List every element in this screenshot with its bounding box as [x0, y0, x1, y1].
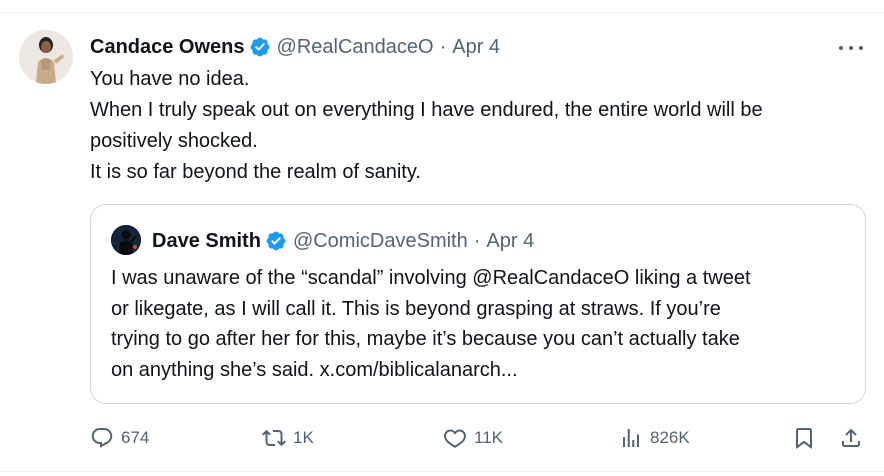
author-avatar[interactable]: [19, 30, 73, 84]
quoted-tweet-line: trying to go after her for this, maybe i…: [111, 328, 740, 350]
verified-badge-icon: [265, 230, 287, 252]
tweet-line: You have no idea.: [90, 68, 250, 90]
quoted-tweet-line: on anything she’s said. x.com/biblicalan…: [111, 358, 518, 381]
reply-bubble-icon: [91, 428, 113, 448]
author-handle[interactable]: @RealCandaceO: [277, 36, 434, 59]
verified-badge-icon: [249, 36, 271, 58]
tweet-header: Candace Owens @RealCandaceO · Apr 4: [90, 33, 500, 61]
tweet-text: You have no idea. When I truly speak out…: [90, 64, 870, 188]
quoted-tweet-header: Dave Smith @ComicDaveSmith · Apr 4: [152, 227, 534, 255]
quoted-author-avatar[interactable]: [111, 225, 141, 255]
quoted-tweet-date[interactable]: Apr 4: [486, 230, 534, 253]
bookmark-icon: [796, 428, 812, 449]
tweet-line: It is so far beyond the realm of sanity.: [90, 161, 421, 183]
repost-button[interactable]: 1K: [262, 425, 314, 451]
tweet-line: When I truly speak out on everything I h…: [90, 99, 763, 121]
quoted-author-avatar-image: [111, 225, 141, 255]
quoted-author-name[interactable]: Dave Smith: [152, 230, 261, 253]
more-dots-icon: [839, 46, 843, 50]
quoted-tweet-line: or likegate, as I will call it. This is …: [111, 297, 721, 320]
quoted-author-handle[interactable]: @ComicDaveSmith: [293, 230, 468, 253]
view-count: 826K: [650, 428, 690, 447]
top-divider: [0, 12, 884, 13]
like-button[interactable]: 11K: [443, 425, 503, 451]
share-button[interactable]: [839, 425, 863, 451]
like-count: 11K: [474, 428, 503, 447]
repost-count: 1K: [293, 428, 314, 447]
tweet-date[interactable]: Apr 4: [452, 36, 500, 59]
repost-arrows-icon: [262, 429, 286, 447]
quoted-tweet-text: I was unaware of the “scandal” involving…: [111, 263, 851, 385]
meta-separator: ·: [473, 229, 481, 252]
reply-button[interactable]: 674: [90, 425, 149, 451]
heart-icon: [444, 429, 466, 448]
author-avatar-image: [19, 30, 73, 84]
author-name[interactable]: Candace Owens: [90, 36, 245, 59]
bottom-divider: [0, 471, 884, 472]
tweet-action-bar: 674 1K 11K 826K: [90, 425, 866, 451]
share-upload-icon: [842, 428, 860, 447]
more-options-button[interactable]: [836, 36, 866, 60]
bar-chart-icon: [623, 429, 639, 447]
quoted-tweet-card[interactable]: Dave Smith @ComicDaveSmith · Apr 4 I was…: [90, 204, 866, 404]
bookmark-button[interactable]: [792, 425, 816, 451]
tweet-line: positively shocked.: [90, 130, 258, 152]
views-button[interactable]: 826K: [619, 425, 690, 451]
reply-count: 674: [121, 428, 150, 447]
quoted-tweet-line: I was unaware of the “scandal” involving…: [111, 267, 751, 289]
meta-separator: ·: [439, 35, 447, 58]
